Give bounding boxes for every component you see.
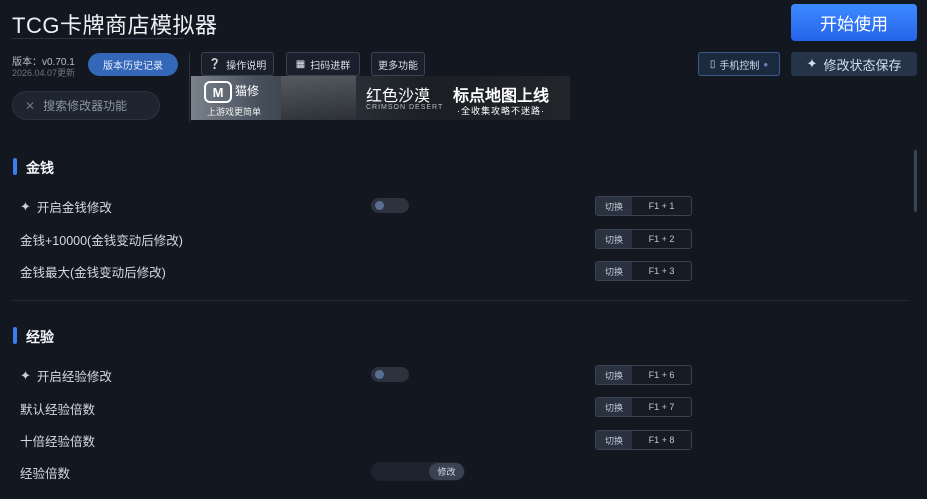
save-state-button[interactable]: ✦ 修改状态保存 xyxy=(791,52,917,76)
section-title-exp: 经验 xyxy=(26,329,54,345)
toggle-knob xyxy=(375,370,384,379)
section-divider xyxy=(13,300,909,301)
question-circle-icon: ❔ xyxy=(208,58,222,70)
scan-qr-button[interactable]: ▦ 扫码进群 xyxy=(286,52,360,76)
save-state-label: 修改状态保存 xyxy=(823,57,902,73)
switch-label: 切换 xyxy=(596,398,632,416)
scrollbar-thumb[interactable] xyxy=(914,150,917,212)
row-text: 开启金钱修改 xyxy=(36,201,112,215)
more-features-button[interactable]: 更多功能 xyxy=(371,52,425,76)
banner-brand: 猫修 xyxy=(235,84,260,98)
close-x-icon: ✕ xyxy=(25,98,36,113)
start-button[interactable]: 开始使用 xyxy=(791,4,917,41)
maoxiu-logo: M xyxy=(204,81,232,103)
hotkey-value: F1 + 6 xyxy=(632,366,691,384)
hotkey-exp-enable[interactable]: 切换 F1 + 6 xyxy=(595,365,692,385)
scan-button-label: 扫码进群 xyxy=(310,60,351,72)
switch-label: 切换 xyxy=(596,262,632,280)
status-dot-icon: ● xyxy=(763,59,769,69)
hotkey-money-plus[interactable]: 切换 F1 + 2 xyxy=(595,229,692,249)
row-text: 开启经验修改 xyxy=(36,370,112,384)
banner-game-title: 红色沙漠 xyxy=(366,86,431,105)
row-label-money-max: 金钱最大(金钱变动后修改) xyxy=(20,266,166,280)
section-marker xyxy=(13,327,17,344)
help-button-label: 操作说明 xyxy=(226,60,267,72)
app-title: TCG卡牌商店模拟器 xyxy=(12,13,218,38)
banner-headline: 标点地图上线 xyxy=(453,86,550,105)
row-label-money-plus: 金钱+10000(金钱变动后修改) xyxy=(20,234,183,248)
banner-tagline: ·全收集攻略不迷路· xyxy=(457,106,545,116)
switch-label: 切换 xyxy=(596,366,632,384)
row-label-exp-multiplier: 经验倍数 xyxy=(20,467,71,481)
hotkey-money-enable[interactable]: 切换 F1 + 1 xyxy=(595,196,692,216)
row-label-ten-x-exp: 十倍经验倍数 xyxy=(20,435,96,449)
sparkle-icon: ✦ xyxy=(20,367,31,383)
row-label-default-exp: 默认经验倍数 xyxy=(20,403,96,417)
exp-multiplier-input[interactable]: 修改 xyxy=(371,462,465,481)
hotkey-value: F1 + 8 xyxy=(632,431,691,449)
enable-money-toggle[interactable] xyxy=(371,198,409,213)
hotkey-value: F1 + 1 xyxy=(632,197,691,215)
version-date: 2026.04.07更新 xyxy=(12,68,76,78)
switch-label: 切换 xyxy=(596,431,632,449)
toggle-knob xyxy=(375,201,384,210)
hotkey-value: F1 + 2 xyxy=(632,230,691,248)
title-underline xyxy=(12,38,184,39)
search-placeholder: 搜索修改器功能 xyxy=(43,99,128,113)
hotkey-ten-x-exp[interactable]: 切换 F1 + 8 xyxy=(595,430,692,450)
ad-banner[interactable]: M 猫修 上游戏更简单 红色沙漠 CRIMSON DESERT 标点地图上线 ·… xyxy=(191,76,570,120)
banner-subtitle: 上游戏更简单 xyxy=(207,107,262,117)
modify-button[interactable]: 修改 xyxy=(429,463,464,480)
section-title-money: 金钱 xyxy=(26,160,54,176)
row-label-enable-money: ✦ 开启金钱修改 xyxy=(20,197,112,216)
more-button-label: 更多功能 xyxy=(378,60,418,72)
hotkey-value: F1 + 3 xyxy=(632,262,691,280)
hotkey-value: F1 + 7 xyxy=(632,398,691,416)
version-history-button[interactable]: 版本历史记录 xyxy=(88,53,178,76)
hotkey-default-exp[interactable]: 切换 F1 + 7 xyxy=(595,397,692,417)
search-input[interactable]: ✕ 搜索修改器功能 xyxy=(12,91,160,120)
switch-label: 切换 xyxy=(596,230,632,248)
phone-control-label: 手机控制 xyxy=(719,60,760,72)
toolbar-divider xyxy=(189,52,190,122)
phone-control-button[interactable]: ▯ 手机控制 ● xyxy=(698,52,780,76)
sparkle-icon: ✦ xyxy=(20,198,31,214)
phone-icon: ▯ xyxy=(709,58,716,70)
sparkle-icon: ✦ xyxy=(806,56,818,71)
section-marker xyxy=(13,158,17,175)
help-button[interactable]: ❔ 操作说明 xyxy=(201,52,274,76)
enable-exp-toggle[interactable] xyxy=(371,367,409,382)
banner-game-title-en: CRIMSON DESERT xyxy=(366,104,444,111)
row-label-enable-exp: ✦ 开启经验修改 xyxy=(20,366,112,385)
banner-artwork xyxy=(281,76,356,120)
switch-label: 切换 xyxy=(596,197,632,215)
qr-code-icon: ▦ xyxy=(295,58,306,70)
hotkey-money-max[interactable]: 切换 F1 + 3 xyxy=(595,261,692,281)
